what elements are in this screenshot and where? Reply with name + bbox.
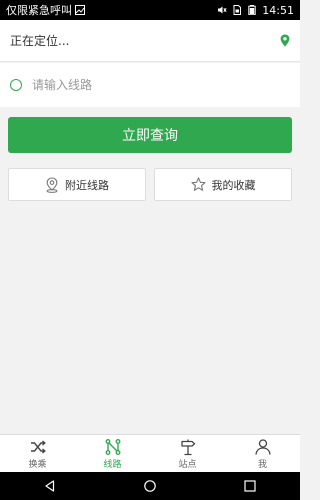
signpost-icon: [180, 439, 195, 455]
tab-stations[interactable]: 站点: [150, 435, 225, 472]
my-favorites-button[interactable]: 我的收藏: [154, 168, 292, 201]
route-icon: [105, 438, 120, 455]
status-bar: 仅限紧急呼叫 14:51: [0, 0, 300, 20]
star-icon: [190, 177, 206, 191]
image-notification-icon: [75, 5, 85, 15]
nearby-routes-label: 附近线路: [65, 178, 109, 192]
bottom-tab-bar: 换乘 线路 站点 我: [0, 434, 300, 472]
tab-transfer[interactable]: 换乘: [0, 435, 75, 472]
shuffle-icon: [30, 439, 46, 454]
location-bar[interactable]: 正在定位...: [0, 20, 300, 62]
tab-transfer-label: 换乘: [28, 459, 47, 470]
tab-routes-label: 线路: [103, 459, 122, 470]
system-navigation-bar: [0, 472, 300, 500]
person-icon: [254, 438, 271, 455]
my-favorites-label: 我的收藏: [211, 178, 256, 192]
nearby-routes-button[interactable]: 附近线路: [8, 168, 146, 201]
tab-stations-label: 站点: [178, 459, 197, 470]
back-icon[interactable]: [43, 479, 57, 493]
recent-apps-icon[interactable]: [243, 479, 257, 493]
mute-icon: [218, 6, 227, 14]
route-search-input[interactable]: [32, 78, 290, 92]
route-input-row[interactable]: [0, 63, 300, 107]
sim-icon: [233, 5, 242, 15]
location-marker-icon: [46, 176, 58, 193]
map-pin-icon[interactable]: [280, 34, 290, 47]
query-now-button[interactable]: 立即查询: [8, 117, 292, 153]
home-icon[interactable]: [143, 479, 157, 493]
location-status-text: 正在定位...: [10, 34, 70, 48]
battery-icon: [248, 5, 256, 15]
input-circle-icon: [10, 79, 22, 91]
status-time: 14:51: [262, 3, 294, 17]
tab-me[interactable]: 我: [225, 435, 300, 472]
carrier-text: 仅限紧急呼叫: [6, 4, 72, 17]
tab-routes[interactable]: 线路: [75, 435, 150, 472]
tab-me-label: 我: [257, 459, 267, 470]
